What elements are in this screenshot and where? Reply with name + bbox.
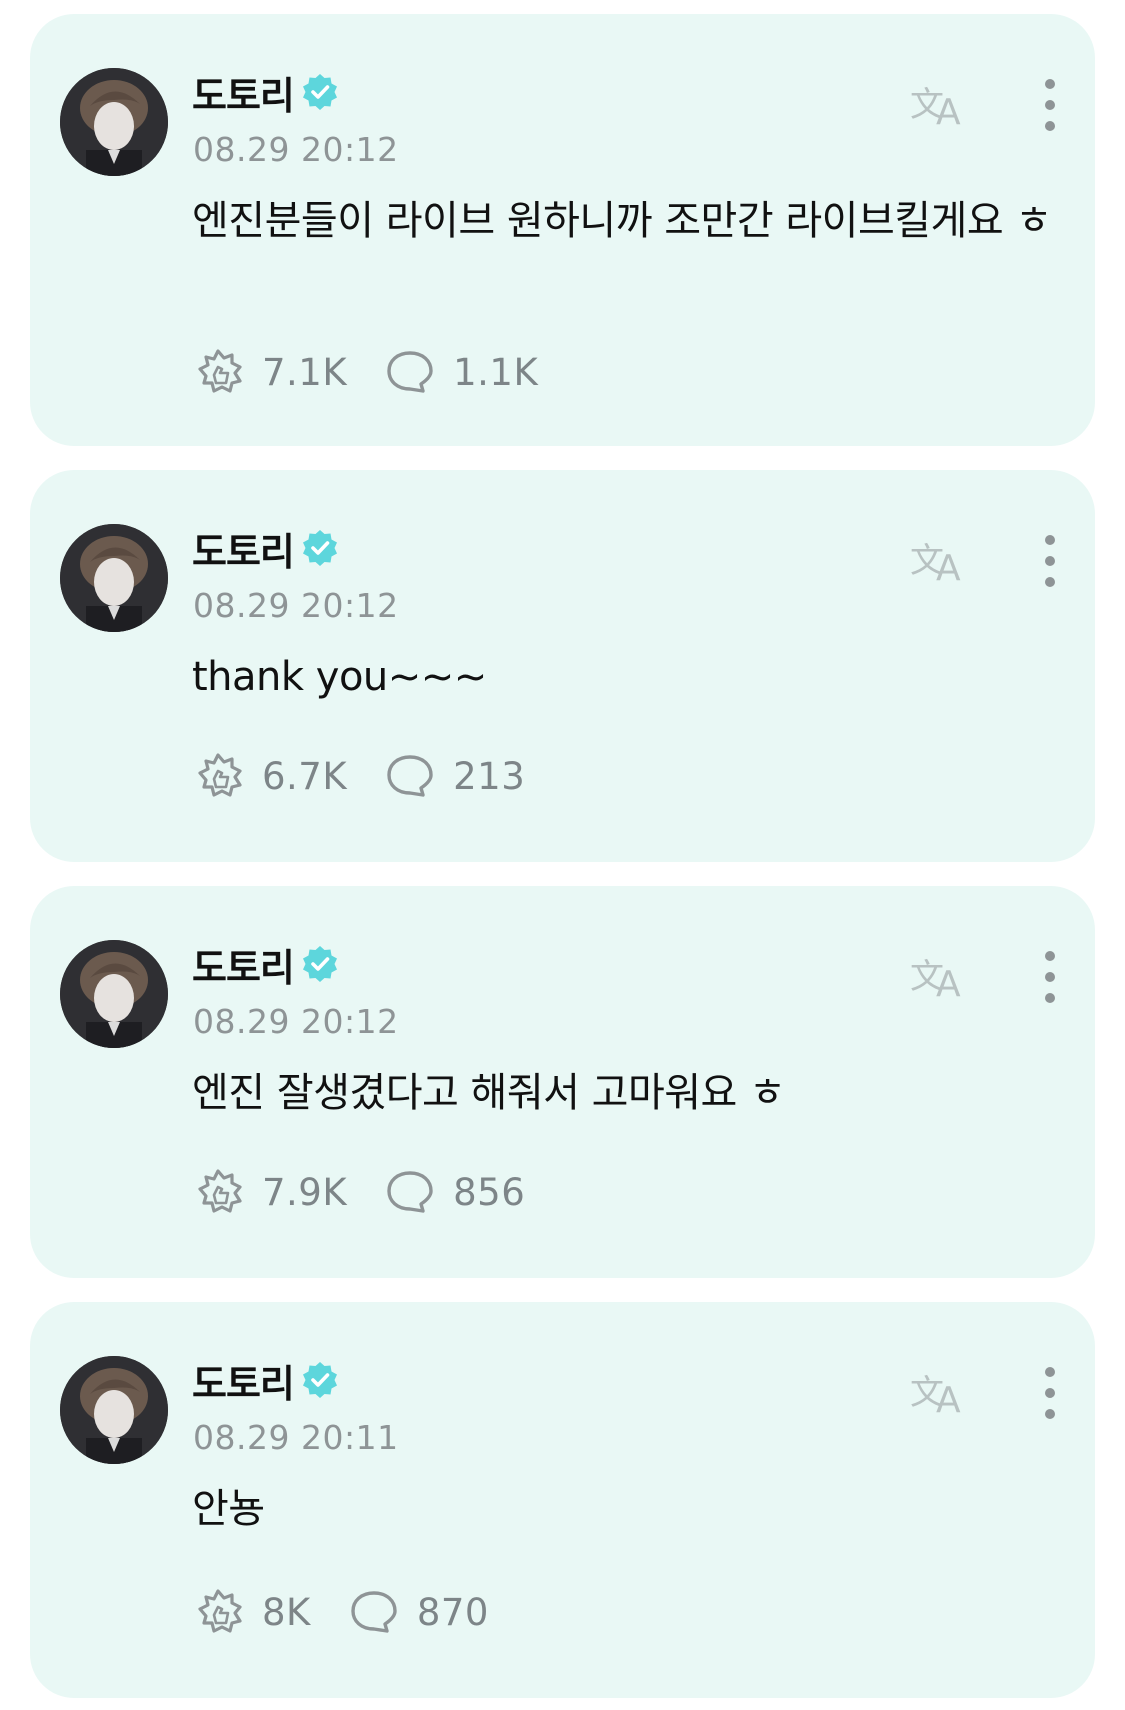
like-button[interactable]: 7.9K [192,1167,347,1217]
comment-button[interactable]: 1.1K [383,347,538,397]
more-vertical-icon[interactable] [1032,1364,1068,1422]
post-card[interactable]: 도토리 08.29 20:12 文A thank you~~~ 6.7K 213 [30,470,1095,862]
comment-count: 856 [453,1170,526,1214]
post-timestamp: 08.29 20:12 [193,130,399,169]
verified-badge-icon [300,528,340,568]
avatar[interactable] [60,68,168,176]
post-stats: 6.7K 213 [192,748,525,804]
comment-count: 870 [416,1590,489,1634]
translate-icon[interactable]: 文A [910,76,974,132]
like-button[interactable]: 8K [192,1587,311,1637]
thumb-burst-icon [198,1589,242,1633]
svg-text:A: A [936,92,961,132]
post-timestamp: 08.29 20:12 [193,1002,399,1041]
thumb-burst-icon [198,753,242,797]
avatar-image [60,524,168,632]
post-card[interactable]: 도토리 08.29 20:12 文A 엔진 잘생겼다고 해줘서 고마워요 ㅎ 7… [30,886,1095,1278]
author-row: 도토리 [192,940,340,990]
post-stats: 8K 870 [192,1584,489,1640]
speech-bubble-icon [387,351,433,393]
avatar[interactable] [60,940,168,1048]
avatar-image [60,940,168,1048]
translate-icon[interactable]: 文A [910,532,974,588]
post-timestamp: 08.29 20:11 [193,1418,399,1457]
like-button[interactable]: 7.1K [192,347,347,397]
comment-count: 1.1K [453,350,539,394]
verified-badge-icon [300,1360,340,1400]
translate-icon[interactable]: 文A [910,1364,974,1420]
post-card[interactable]: 도토리 08.29 20:11 文A 안뇽 8K 870 [30,1302,1095,1698]
thumb-burst-icon [198,1169,242,1213]
author-row: 도토리 [192,68,340,118]
author-row: 도토리 [192,1356,340,1406]
comment-button[interactable]: 856 [383,1167,525,1217]
comment-count: 213 [453,754,526,798]
speech-bubble-icon [387,1171,433,1213]
post-timestamp: 08.29 20:12 [193,586,399,625]
avatar-image [60,68,168,176]
avatar[interactable] [60,524,168,632]
author-name[interactable]: 도토리 [192,937,295,992]
svg-text:A: A [936,964,961,1004]
avatar[interactable] [60,1356,168,1464]
post-stats: 7.9K 856 [192,1164,525,1220]
like-count: 6.7K [262,754,348,798]
post-body: 엔진분들이 라이브 원하니까 조만간 라이브킬게요 ㅎ [192,198,1052,244]
post-card[interactable]: 도토리 08.29 20:12 文A 엔진분들이 라이브 원하니까 조만간 라이… [30,14,1095,446]
more-vertical-icon[interactable] [1032,532,1068,590]
verified-badge-icon [300,72,340,112]
author-row: 도토리 [192,524,340,574]
like-count: 7.1K [262,350,348,394]
svg-text:A: A [936,548,961,588]
author-name[interactable]: 도토리 [192,1353,295,1408]
more-vertical-icon[interactable] [1032,948,1068,1006]
speech-bubble-icon [351,1591,397,1633]
like-count: 7.9K [262,1170,348,1214]
more-vertical-icon[interactable] [1032,76,1068,134]
like-button[interactable]: 6.7K [192,751,347,801]
speech-bubble-icon [387,755,433,797]
post-feed: 도토리 08.29 20:12 文A 엔진분들이 라이브 원하니까 조만간 라이… [0,0,1125,1710]
svg-text:A: A [936,1380,961,1420]
avatar-image [60,1356,168,1464]
thumb-burst-icon [198,349,242,393]
post-stats: 7.1K 1.1K [192,344,538,400]
post-body: thank you~~~ [192,654,487,700]
author-name[interactable]: 도토리 [192,65,295,120]
comment-button[interactable]: 213 [383,751,525,801]
translate-icon[interactable]: 文A [910,948,974,1004]
post-body: 안뇽 [192,1486,265,1532]
verified-badge-icon [300,944,340,984]
like-count: 8K [262,1590,311,1634]
author-name[interactable]: 도토리 [192,521,295,576]
post-body: 엔진 잘생겼다고 해줘서 고마워요 ㅎ [192,1070,786,1116]
comment-button[interactable]: 870 [347,1587,489,1637]
